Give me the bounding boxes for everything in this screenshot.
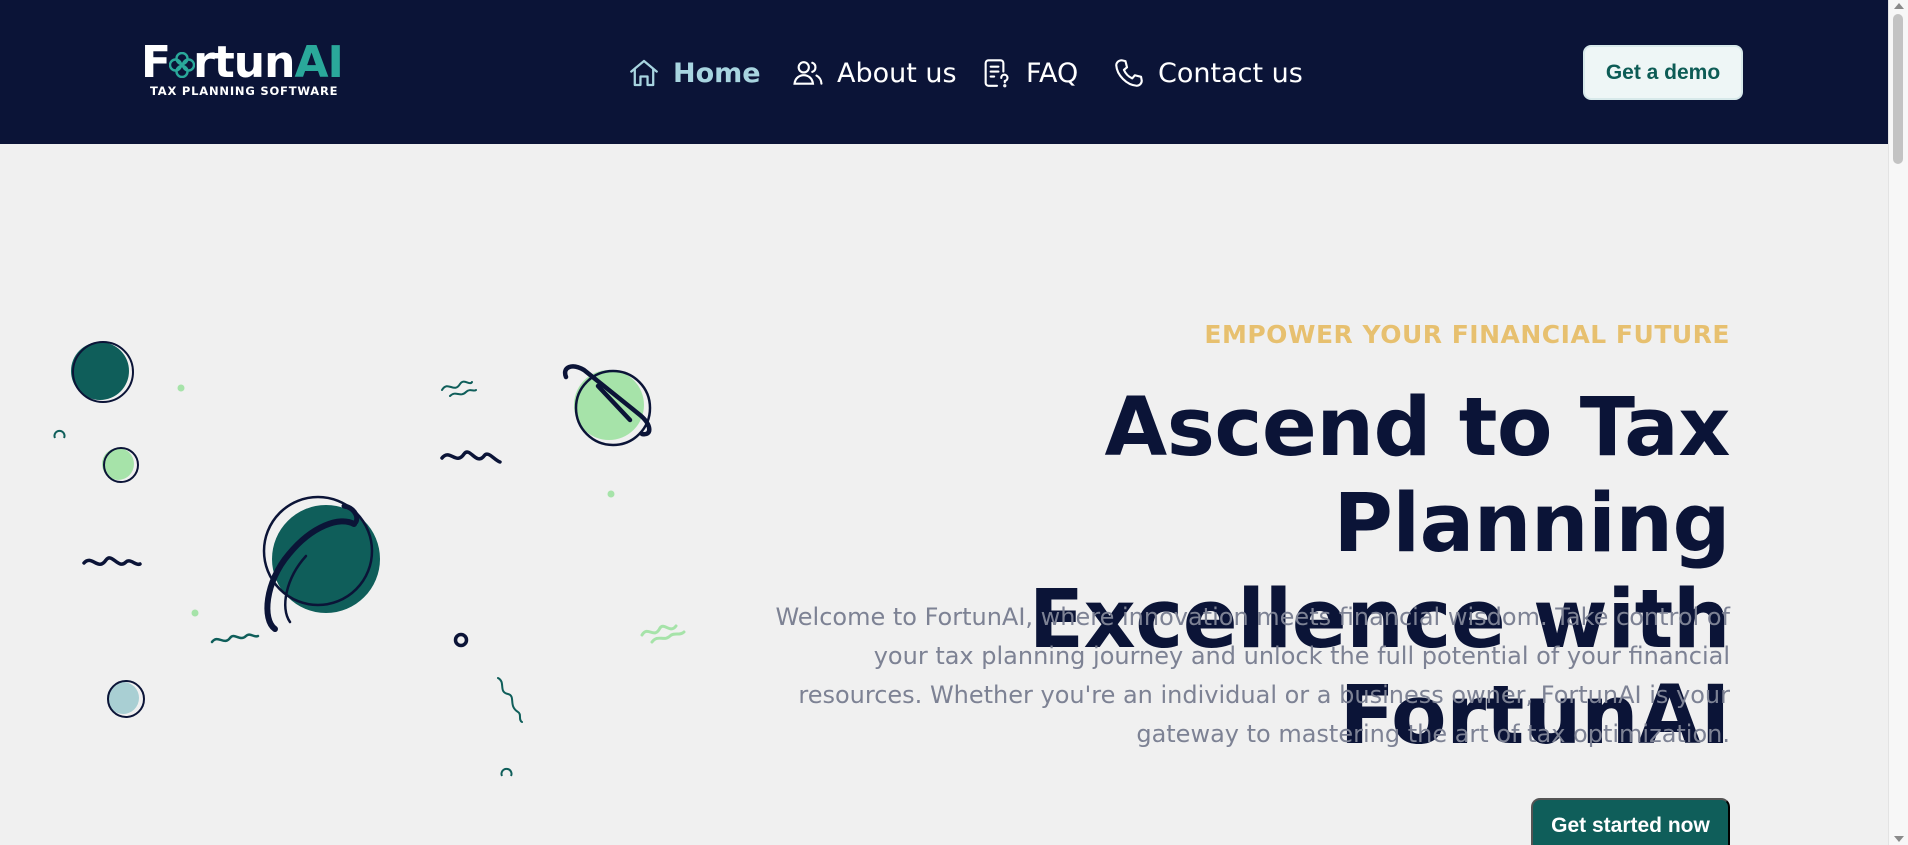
hero-intro-paragraph: Welcome to FortunAI, where innovation me…	[775, 603, 1730, 748]
small-ring	[453, 632, 469, 648]
top-navigation-bar: F rtunAI TAX PLANNING SOFTWARE Home Abou…	[0, 0, 1888, 144]
get-a-demo-button[interactable]: Get a demo	[1583, 45, 1743, 100]
scroll-up-arrow-icon[interactable]	[1894, 3, 1904, 9]
nav-label-about-us: About us	[837, 57, 957, 89]
hero-headline-line-1: Ascend to Tax Planning	[1104, 381, 1731, 571]
squiggle-decoration	[441, 380, 477, 397]
mint-dot	[191, 609, 199, 617]
home-icon	[630, 59, 658, 87]
mint-moon	[102, 447, 139, 483]
teal-moon	[71, 341, 134, 403]
mint-planet	[562, 364, 652, 447]
nav-item-faq[interactable]: FAQ	[980, 52, 1078, 94]
phone-icon	[1115, 59, 1143, 87]
mint-dot	[177, 384, 185, 392]
faq-document-icon	[984, 59, 1009, 88]
nav-item-home[interactable]: Home	[627, 52, 761, 94]
squiggle-decoration	[210, 633, 260, 644]
nav-label-home: Home	[673, 57, 761, 89]
scroll-down-arrow-icon[interactable]	[1894, 836, 1904, 842]
squiggle-decoration	[640, 624, 686, 644]
nav-item-contact-us[interactable]: Contact us	[1112, 52, 1303, 94]
small-ring	[53, 429, 66, 439]
small-ring	[500, 767, 513, 777]
mint-dot	[607, 490, 615, 498]
squiggle-decoration	[82, 556, 142, 567]
hero-eyebrow: EMPOWER YOUR FINANCIAL FUTURE	[1204, 320, 1730, 349]
users-icon	[793, 61, 823, 85]
large-teal-planet	[262, 495, 380, 632]
page-scrollbar[interactable]	[1888, 0, 1908, 845]
nav-item-about-us[interactable]: About us	[791, 52, 957, 94]
get-started-now-button[interactable]: Get started now	[1531, 798, 1730, 845]
pale-blue-moon	[107, 680, 145, 718]
squiggle-decoration	[440, 450, 502, 464]
squiggle-decoration	[497, 677, 523, 723]
hero-planets-illustration	[53, 341, 686, 777]
nav-label-contact-us: Contact us	[1158, 57, 1303, 89]
scrollbar-thumb[interactable]	[1893, 14, 1903, 164]
nav-label-faq: FAQ	[1026, 57, 1079, 89]
